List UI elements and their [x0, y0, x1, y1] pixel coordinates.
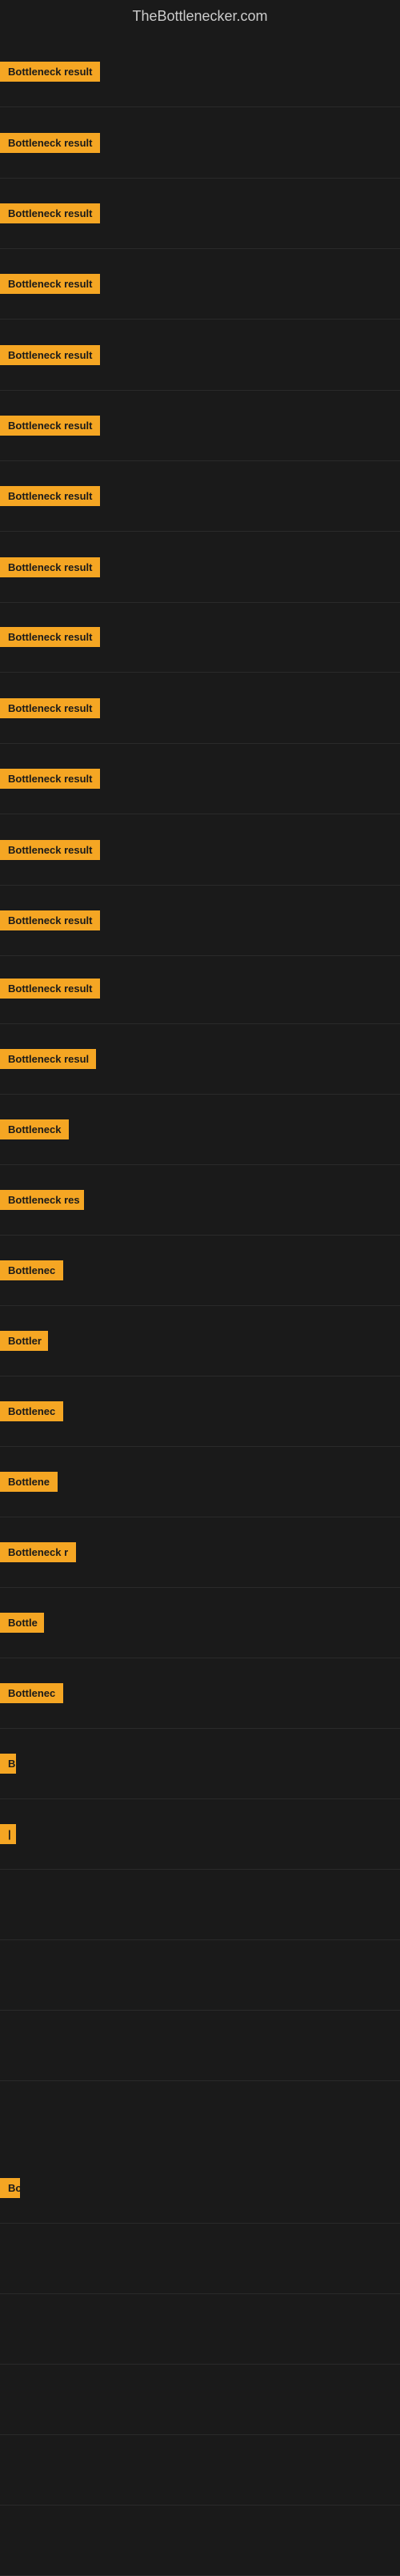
bottleneck-item-23: Bottle — [0, 1588, 400, 1658]
bottleneck-badge-17[interactable]: Bottleneck res — [0, 1190, 84, 1210]
bottleneck-item-21: Bottlene — [0, 1447, 400, 1517]
bottleneck-item-19: Bottler — [0, 1306, 400, 1376]
bottleneck-badge-24[interactable]: Bottlenec — [0, 1683, 63, 1703]
bottleneck-item-34 — [0, 2435, 400, 2506]
bottleneck-item-2: Bottleneck result — [0, 108, 400, 179]
bottleneck-badge-12[interactable]: Bottleneck result — [0, 840, 100, 860]
bottleneck-item-24: Bottlenec — [0, 1658, 400, 1729]
bottleneck-item-33 — [0, 2365, 400, 2435]
bottleneck-badge-21[interactable]: Bottlene — [0, 1472, 58, 1492]
bottleneck-badge-26[interactable]: | — [0, 1824, 16, 1844]
bottleneck-item-18: Bottlenec — [0, 1236, 400, 1306]
bottleneck-badge-16[interactable]: Bottleneck — [0, 1119, 69, 1139]
bottleneck-item-27 — [0, 1870, 400, 1940]
bottleneck-badge-8[interactable]: Bottleneck result — [0, 557, 100, 577]
bottleneck-item-6: Bottleneck result — [0, 391, 400, 461]
bottleneck-item-22: Bottleneck r — [0, 1517, 400, 1588]
bottleneck-item-1: Bottleneck result — [0, 37, 400, 107]
bottleneck-item-5: Bottleneck result — [0, 320, 400, 391]
bottleneck-badge-1[interactable]: Bottleneck result — [0, 62, 100, 82]
bottleneck-badge-25[interactable]: B — [0, 1754, 16, 1774]
bottleneck-item-11: Bottleneck result — [0, 744, 400, 814]
bottleneck-item-29 — [0, 2011, 400, 2081]
bottleneck-item-16: Bottleneck — [0, 1095, 400, 1165]
bottleneck-badge-19[interactable]: Bottler — [0, 1331, 48, 1351]
bottleneck-badge-5[interactable]: Bottleneck result — [0, 345, 100, 365]
bottleneck-item-14: Bottleneck result — [0, 954, 400, 1024]
bottleneck-badge-9[interactable]: Bottleneck result — [0, 627, 100, 647]
bottleneck-item-20: Bottlenec — [0, 1376, 400, 1447]
bottleneck-badge-18[interactable]: Bottlenec — [0, 1260, 63, 1280]
bottleneck-badge-6[interactable]: Bottleneck result — [0, 416, 100, 436]
bottleneck-item-28 — [0, 1940, 400, 2011]
bottleneck-item-10: Bottleneck result — [0, 673, 400, 744]
bottleneck-item-35 — [0, 2506, 400, 2576]
bottleneck-item-3: Bottleneck result — [0, 179, 400, 249]
bottleneck-item-15: Bottleneck resul — [0, 1024, 400, 1095]
bottleneck-badge-22[interactable]: Bottleneck r — [0, 1542, 76, 1562]
bottleneck-badge-10[interactable]: Bottleneck result — [0, 698, 100, 718]
bottleneck-item-13: Bottleneck result — [0, 886, 400, 956]
bottleneck-item-17: Bottleneck res — [0, 1165, 400, 1236]
bottleneck-item-7: Bottleneck result — [0, 461, 400, 532]
bottleneck-badge-13[interactable]: Bottleneck result — [0, 910, 100, 930]
site-title: TheBottlenecker.com — [0, 0, 400, 37]
bottleneck-badge-14[interactable]: Bottleneck result — [0, 979, 100, 999]
bottleneck-badge-7[interactable]: Bottleneck result — [0, 486, 100, 506]
bottleneck-badge-30[interactable]: Bo — [0, 2178, 20, 2198]
bottleneck-item-30: Bo — [0, 2153, 400, 2224]
bottleneck-badge-4[interactable]: Bottleneck result — [0, 274, 100, 294]
bottleneck-badge-15[interactable]: Bottleneck resul — [0, 1049, 96, 1069]
bottleneck-item-26: | — [0, 1799, 400, 1870]
bottleneck-badge-23[interactable]: Bottle — [0, 1613, 44, 1633]
bottleneck-badge-2[interactable]: Bottleneck result — [0, 133, 100, 153]
bottleneck-item-32 — [0, 2294, 400, 2365]
bottleneck-item-9: Bottleneck result — [0, 602, 400, 673]
bottleneck-badge-3[interactable]: Bottleneck result — [0, 203, 100, 223]
bottleneck-item-25: B — [0, 1729, 400, 1799]
bottleneck-item-12: Bottleneck result — [0, 815, 400, 886]
bottleneck-badge-20[interactable]: Bottlenec — [0, 1401, 63, 1421]
bottleneck-badge-11[interactable]: Bottleneck result — [0, 769, 100, 789]
bottleneck-item-8: Bottleneck result — [0, 532, 400, 603]
bottleneck-item-4: Bottleneck result — [0, 249, 400, 319]
bottleneck-item-31 — [0, 2224, 400, 2294]
